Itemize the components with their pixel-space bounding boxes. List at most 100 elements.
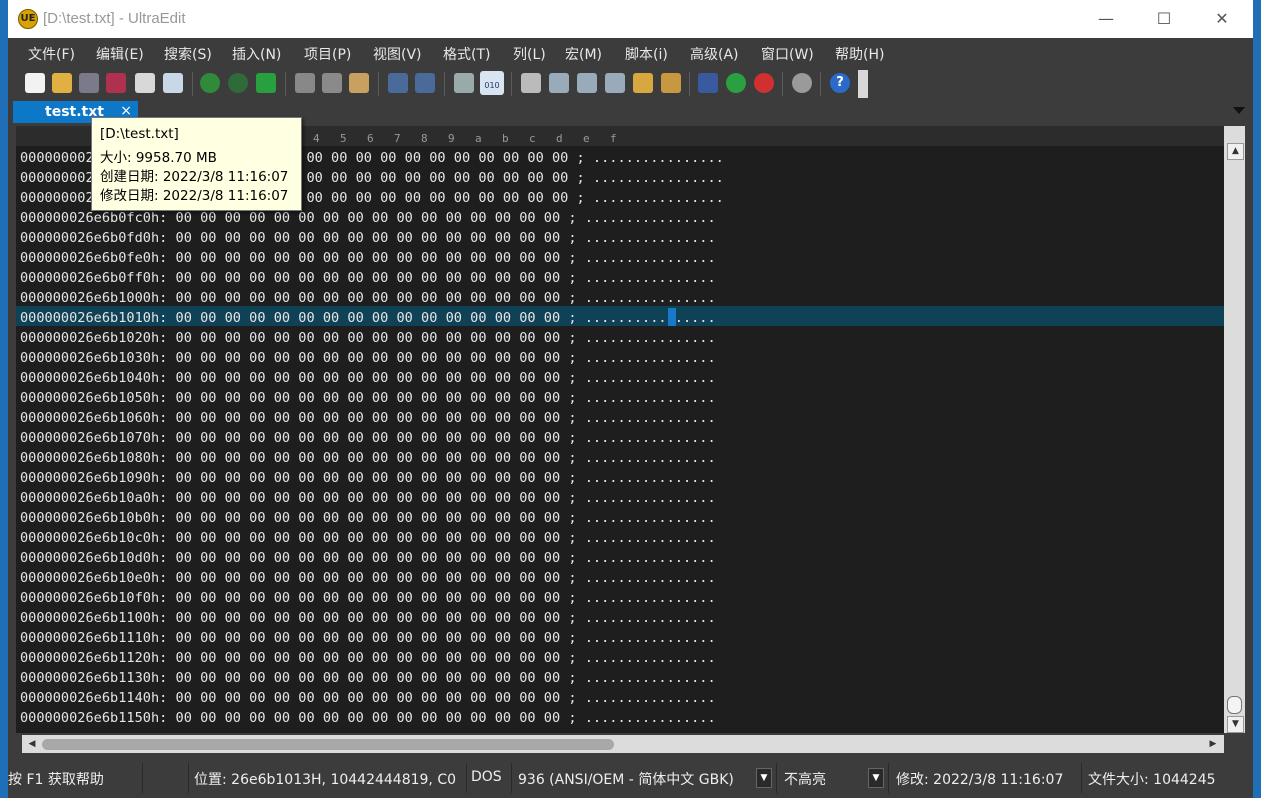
table-row[interactable]: 000000026e6b1080h: 00 00 00 00 00 00 00 … [20, 446, 716, 466]
table-row[interactable]: 000000026e6b10a0h: 00 00 00 00 00 00 00 … [20, 486, 716, 506]
ruler-col: a [475, 132, 482, 145]
stop-icon[interactable] [754, 73, 774, 93]
table-row[interactable]: 000000026e6b1060h: 00 00 00 00 00 00 00 … [20, 406, 716, 426]
status-highlight[interactable]: 不高亮 [784, 769, 826, 789]
table-row[interactable]: 000000026e6b10f0h: 00 00 00 00 00 00 00 … [20, 586, 716, 606]
find-icon[interactable] [521, 73, 541, 93]
menu-script[interactable]: 脚本(i) [625, 44, 668, 64]
hex-mode-icon[interactable]: 010 [480, 71, 504, 95]
redo-icon[interactable] [415, 73, 435, 93]
scroll-left-icon[interactable]: ◀ [25, 737, 39, 751]
close-button[interactable]: ✕ [1193, 0, 1251, 38]
table-row[interactable]: 000000026e6b1070h: 00 00 00 00 00 00 00 … [20, 426, 716, 446]
goto-icon[interactable] [256, 73, 276, 93]
save-all-icon[interactable] [106, 73, 126, 93]
row-address: 000000026e6b1010h [20, 310, 160, 326]
text-caret [668, 308, 676, 326]
horizontal-scrollbar[interactable]: ◀ ▶ [22, 735, 1224, 753]
table-row[interactable]: 000000026e6b1130h: 00 00 00 00 00 00 00 … [20, 666, 716, 686]
table-row[interactable]: 000000026e6b10e0h: 00 00 00 00 00 00 00 … [20, 566, 716, 586]
table-row[interactable]: 000000026e6b10c0h: 00 00 00 00 00 00 00 … [20, 526, 716, 546]
encoding-dropdown-icon[interactable]: ▼ [756, 768, 772, 788]
row-ascii: ................ [584, 630, 716, 646]
tab-list-dropdown-icon[interactable] [1233, 107, 1245, 114]
row-address: 000000026e6b10a0h [20, 490, 160, 506]
cut-icon[interactable] [295, 73, 315, 93]
status-encoding[interactable]: 936 (ANSI/OEM - 简体中文 GBK) [518, 769, 734, 789]
horizontal-scroll-thumb[interactable] [42, 739, 614, 750]
replace-in-files-icon[interactable] [661, 73, 681, 93]
vertical-scrollbar[interactable]: ▲ ▼ [1224, 126, 1245, 733]
row-address: 000000026e6b1000h [20, 290, 160, 306]
current-table-row[interactable]: 000000026e6b1010h: 00 00 00 00 00 00 00 … [16, 306, 1224, 326]
status-line-ending[interactable]: DOS [471, 769, 502, 785]
table-row[interactable]: 000000026e6b0fd0h: 00 00 00 00 00 00 00 … [20, 226, 716, 246]
menu-column[interactable]: 列(L) [513, 44, 546, 64]
menu-format[interactable]: 格式(T) [443, 44, 490, 64]
back-icon[interactable] [200, 73, 220, 93]
row-ascii: ................ [584, 490, 716, 506]
menu-insert[interactable]: 插入(N) [232, 44, 281, 64]
forward-icon[interactable] [228, 73, 248, 93]
table-row[interactable]: 000000026e6b1140h: 00 00 00 00 00 00 00 … [20, 686, 716, 706]
vertical-scroll-thumb[interactable] [1227, 696, 1242, 714]
maximize-button[interactable]: ☐ [1135, 0, 1193, 38]
toolbar-overflow-icon[interactable] [858, 70, 868, 98]
menu-search[interactable]: 搜索(S) [164, 44, 212, 64]
ruler-col: 6 [367, 132, 374, 145]
row-ascii: ................ [584, 390, 716, 406]
tooltip-size: 大小: 9958.70 MB [100, 150, 217, 166]
scroll-right-icon[interactable]: ▶ [1206, 737, 1220, 751]
highlight-dropdown-icon[interactable]: ▼ [868, 768, 884, 788]
hex-editor[interactable]: 0000000026e6b0f90h: 00 00 00 00 00 00 00… [16, 146, 1224, 733]
row-ascii: ................ [584, 650, 716, 666]
new-file-icon[interactable] [25, 73, 45, 93]
print-preview-icon[interactable] [163, 73, 183, 93]
menu-edit[interactable]: 编辑(E) [96, 44, 144, 64]
ruler-col: 7 [394, 132, 401, 145]
table-row[interactable]: 000000026e6b1120h: 00 00 00 00 00 00 00 … [20, 646, 716, 666]
gear-icon[interactable] [792, 73, 812, 93]
table-row[interactable]: 000000026e6b1100h: 00 00 00 00 00 00 00 … [20, 606, 716, 626]
table-row[interactable]: 000000026e6b1110h: 00 00 00 00 00 00 00 … [20, 626, 716, 646]
menu-file[interactable]: 文件(F) [28, 44, 75, 64]
open-folder-icon[interactable] [52, 73, 72, 93]
find-next-icon[interactable] [577, 73, 597, 93]
row-address: 000000026e6b1040h [20, 370, 160, 386]
menu-view[interactable]: 视图(V) [373, 44, 422, 64]
row-address: 000000026e6b10b0h [20, 510, 160, 526]
undo-icon[interactable] [388, 73, 408, 93]
row-ascii: ................ [584, 570, 716, 586]
find-prev-icon[interactable] [549, 73, 569, 93]
column-mode-icon[interactable] [454, 73, 474, 93]
table-row[interactable]: 000000026e6b1090h: 00 00 00 00 00 00 00 … [20, 466, 716, 486]
minimize-button[interactable]: — [1077, 0, 1135, 38]
menu-project[interactable]: 项目(P) [304, 44, 351, 64]
save-icon[interactable] [79, 73, 99, 93]
scroll-up-icon[interactable]: ▲ [1227, 143, 1244, 160]
menu-window[interactable]: 窗口(W) [761, 44, 814, 64]
find-in-files-icon[interactable] [633, 73, 653, 93]
table-row[interactable]: 000000026e6b1050h: 00 00 00 00 00 00 00 … [20, 386, 716, 406]
scroll-down-icon[interactable]: ▼ [1227, 716, 1244, 733]
row-address: 000000026e6b10e0h [20, 570, 160, 586]
table-row[interactable]: 000000026e6b0fe0h: 00 00 00 00 00 00 00 … [20, 246, 716, 266]
print-icon[interactable] [135, 73, 155, 93]
table-row[interactable]: 000000026e6b0ff0h: 00 00 00 00 00 00 00 … [20, 266, 716, 286]
menu-advanced[interactable]: 高级(A) [690, 44, 739, 64]
copy-icon[interactable] [322, 73, 342, 93]
replace-icon[interactable] [605, 73, 625, 93]
menu-help[interactable]: 帮助(H) [835, 44, 884, 64]
table-row[interactable]: 000000026e6b10b0h: 00 00 00 00 00 00 00 … [20, 506, 716, 526]
table-row[interactable]: 000000026e6b1150h: 00 00 00 00 00 00 00 … [20, 706, 716, 726]
help-icon[interactable]: ? [830, 73, 850, 93]
ftp-icon[interactable] [698, 73, 718, 93]
table-row[interactable]: 000000026e6b1040h: 00 00 00 00 00 00 00 … [20, 366, 716, 386]
menu-macro[interactable]: 宏(M) [565, 44, 602, 64]
paste-icon[interactable] [349, 73, 369, 93]
compile-icon[interactable] [726, 73, 746, 93]
table-row[interactable]: 000000026e6b1000h: 00 00 00 00 00 00 00 … [20, 286, 716, 306]
table-row[interactable]: 000000026e6b1020h: 00 00 00 00 00 00 00 … [20, 326, 716, 346]
table-row[interactable]: 000000026e6b1030h: 00 00 00 00 00 00 00 … [20, 346, 716, 366]
table-row[interactable]: 000000026e6b10d0h: 00 00 00 00 00 00 00 … [20, 546, 716, 566]
